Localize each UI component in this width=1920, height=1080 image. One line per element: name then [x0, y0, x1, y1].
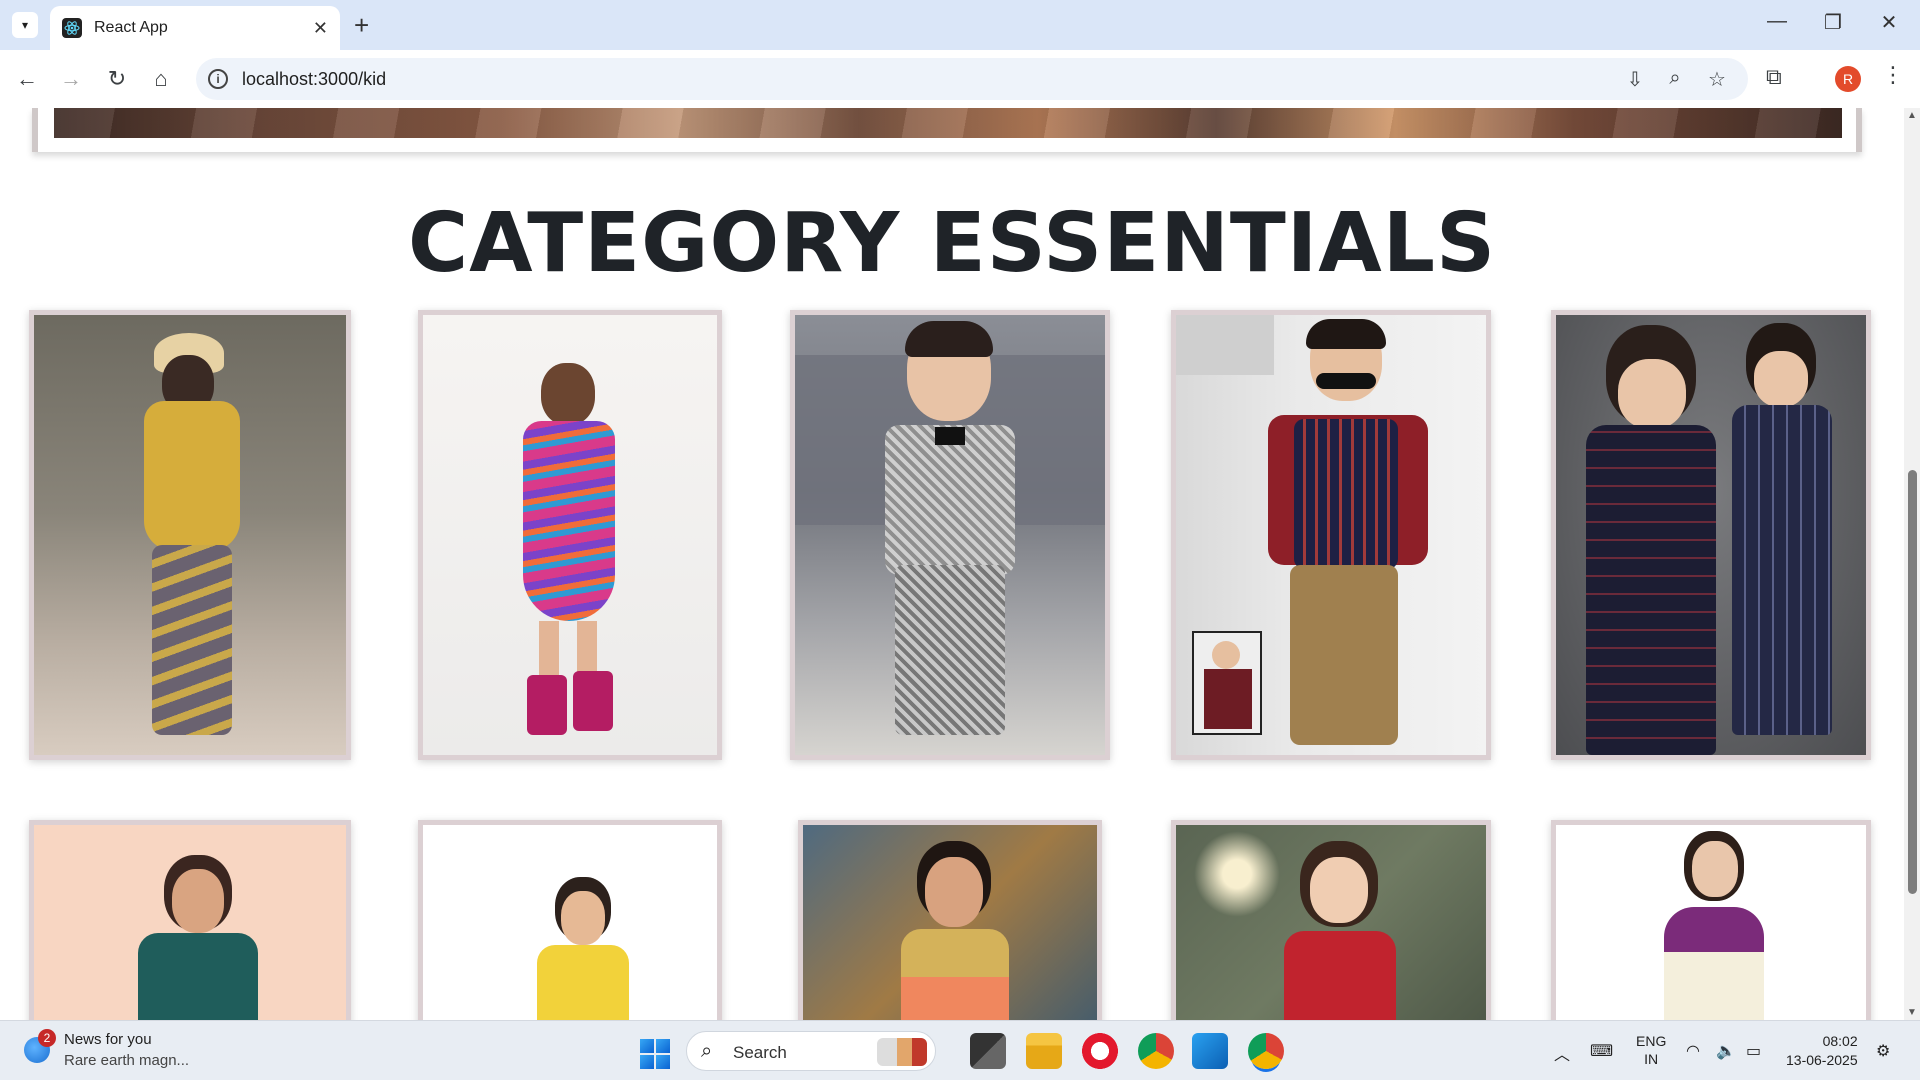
news-widget-title[interactable]: News for you — [64, 1031, 152, 1048]
search-highlight-image — [877, 1038, 927, 1066]
scrollbar-thumb[interactable] — [1908, 470, 1917, 894]
scroll-down-arrow-icon[interactable]: ▼ — [1907, 1007, 1917, 1018]
address-bar[interactable]: i localhost:3000/kid ⇩ ⌕ ☆ — [196, 58, 1748, 100]
address-url[interactable]: localhost:3000/kid — [242, 69, 386, 90]
react-favicon-icon — [62, 18, 82, 38]
system-clock[interactable]: 08:02 13-06-2025 — [1786, 1032, 1858, 1070]
file-explorer-icon[interactable] — [1026, 1033, 1062, 1069]
category-image — [1556, 825, 1866, 1020]
category-card-3[interactable] — [790, 310, 1110, 760]
page-scrollbar[interactable]: ▲ ▼ — [1904, 108, 1920, 1020]
tab-title: React App — [94, 19, 168, 36]
category-image — [1556, 315, 1866, 755]
category-image — [34, 825, 346, 1020]
clock-date: 13-06-2025 — [1786, 1052, 1858, 1068]
category-image — [423, 825, 717, 1020]
minimize-button[interactable]: — — [1762, 10, 1792, 33]
category-image — [34, 315, 346, 755]
back-button[interactable]: ← — [12, 64, 42, 94]
taskbar-search[interactable]: ⌕ Search — [686, 1031, 936, 1071]
close-window-button[interactable]: ✕ — [1874, 10, 1904, 35]
wifi-icon[interactable]: ◠ — [1686, 1041, 1700, 1061]
browser-toolbar: ← → ↻ ⌂ i localhost:3000/kid ⇩ ⌕ ☆ — [0, 50, 1920, 108]
extensions-puzzle-icon[interactable]: ⧉ — [1766, 64, 1782, 90]
new-tab-button[interactable]: + — [354, 10, 369, 41]
opera-icon[interactable] — [1082, 1033, 1118, 1069]
category-card-6[interactable] — [29, 820, 351, 1020]
category-image — [1176, 315, 1486, 755]
news-badge: 2 — [38, 1029, 56, 1047]
clock-time: 08:02 — [1822, 1033, 1858, 1049]
tab-list-button[interactable]: ▾ — [12, 12, 38, 38]
notifications-icon[interactable]: ⚙ — [1876, 1041, 1890, 1061]
search-icon: ⌕ — [701, 1040, 713, 1062]
windows-taskbar: 2 News for you Rare earth magn... ⌕ Sear… — [0, 1020, 1920, 1080]
category-image — [803, 825, 1097, 1020]
tab-close-icon[interactable]: ✕ — [313, 18, 328, 39]
news-widget-subtitle[interactable]: Rare earth magn... — [64, 1052, 189, 1069]
site-info-icon[interactable]: i — [208, 69, 228, 89]
vscode-icon[interactable] — [1192, 1033, 1228, 1069]
category-card-1[interactable] — [29, 310, 351, 760]
category-card-5[interactable] — [1551, 310, 1871, 760]
chrome-icon[interactable] — [1138, 1033, 1174, 1069]
bookmark-star-icon[interactable]: ☆ — [1704, 67, 1730, 92]
category-image — [795, 315, 1105, 755]
category-card-10[interactable] — [1551, 820, 1871, 1020]
reload-button[interactable]: ↻ — [102, 64, 132, 94]
category-image — [423, 315, 717, 755]
input-language[interactable]: ENG IN — [1636, 1032, 1666, 1068]
tray-overflow-chevron-icon[interactable]: ︿ — [1554, 1041, 1570, 1065]
start-windows-icon[interactable] — [640, 1039, 670, 1069]
keyboard-icon[interactable]: ⌨ — [1590, 1041, 1613, 1061]
zoom-icon[interactable]: ⌕ — [1662, 67, 1688, 90]
chrome-profile-icon[interactable] — [1248, 1033, 1284, 1069]
scroll-up-arrow-icon[interactable]: ▲ — [1907, 110, 1917, 121]
volume-icon[interactable]: 🔈 — [1716, 1041, 1736, 1061]
browser-menu-icon[interactable]: ⋮ — [1882, 62, 1904, 88]
install-app-icon[interactable]: ⇩ — [1622, 67, 1648, 92]
category-card-9[interactable] — [1171, 820, 1491, 1020]
restore-button[interactable]: ❐ — [1818, 10, 1848, 35]
category-card-7[interactable] — [418, 820, 722, 1020]
task-view-icon[interactable] — [970, 1033, 1006, 1069]
browser-tab-bar: ▾ React App ✕ + — ❐ ✕ — [0, 0, 1920, 50]
category-image — [1176, 825, 1486, 1020]
category-card-4[interactable] — [1171, 310, 1491, 760]
forward-button[interactable]: → — [56, 64, 86, 94]
category-card-2[interactable] — [418, 310, 722, 760]
hero-banner — [32, 108, 1862, 152]
hero-banner-image — [54, 108, 1842, 138]
page-title: CATEGORY ESSENTIALS — [407, 196, 1497, 291]
battery-icon[interactable]: ▭ — [1746, 1041, 1761, 1061]
category-card-8[interactable] — [798, 820, 1102, 1020]
browser-tab-active[interactable]: React App ✕ — [50, 6, 340, 50]
profile-avatar[interactable]: R — [1835, 66, 1861, 92]
search-label: Search — [733, 1043, 787, 1062]
home-button[interactable]: ⌂ — [146, 64, 176, 94]
page-viewport: CATEGORY ESSENTIALS — [0, 108, 1904, 1020]
